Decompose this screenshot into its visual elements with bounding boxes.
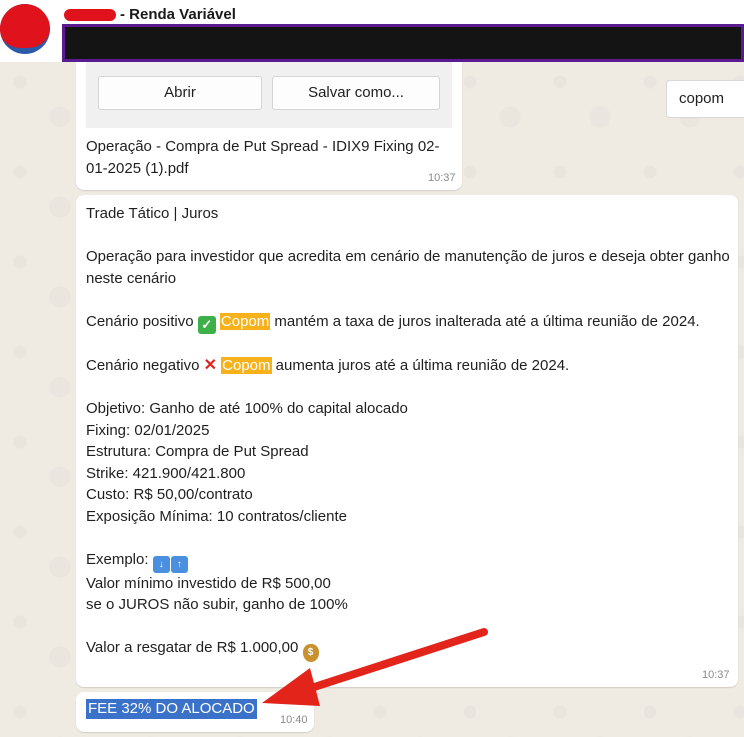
check-mark-icon: ✓ (197, 315, 216, 334)
message-line: Strike: 421.900/421.800 (86, 464, 246, 482)
down-arrow-icon: ↓ (152, 555, 170, 573)
message-line: Exposição Mínima: 10 contratos/cliente (86, 507, 347, 525)
message-line: Fixing: 02/01/2025 (86, 421, 210, 439)
message-body: Trade Tático | Juros Operação para inves… (86, 203, 736, 662)
document-actions: Abrir Salvar como... (86, 62, 452, 128)
chat-title[interactable]: - Renda Variável (64, 4, 236, 26)
cross-mark-icon: ✕ (203, 357, 217, 374)
up-badge-icon: ↑ (170, 555, 188, 573)
search-highlight: Copom (219, 312, 271, 330)
example-line: Exemplo: ↓ ↑ (86, 549, 736, 573)
message-line: se o JUROS não subir, ganho de 100% (86, 596, 348, 613)
message-line: Custo: R$ 50,00/contrato (86, 486, 253, 503)
message-line: Valor mínimo investido de R$ 500,00 (86, 574, 331, 592)
document-message[interactable]: Abrir Salvar como... Operação - Compra d… (76, 62, 462, 190)
message-time: 10:40 (280, 714, 308, 726)
document-filename: Operação - Compra de Put Spread - IDIX9 … (86, 138, 440, 177)
save-as-button[interactable]: Salvar como... (272, 76, 440, 110)
search-highlight: Copom (221, 357, 272, 374)
message-time: 10:37 (428, 172, 456, 184)
open-button[interactable]: Abrir (98, 76, 262, 110)
message-line: Operação para investidor que acredita em… (86, 248, 730, 287)
search-result-chip[interactable]: copom (666, 80, 744, 118)
redacted-name (64, 9, 116, 22)
redacted-members-bar (62, 24, 744, 62)
text-message[interactable]: Trade Tático | Juros Operação para inves… (76, 195, 738, 687)
selected-fee-text: FEE 32% DO ALOCADO (86, 699, 257, 719)
message-line: Trade Tático | Juros (86, 205, 219, 222)
redeem-line: Valor a resgatar de R$ 1.000,00 $ (86, 637, 736, 662)
fee-message[interactable]: FEE 32% DO ALOCADO 10:40 (76, 692, 314, 732)
chat-header[interactable]: - Renda Variável (0, 0, 744, 62)
message-line: Objetivo: Ganho de até 100% do capital a… (86, 400, 408, 417)
message-line: Estrutura: Compra de Put Spread (86, 443, 309, 460)
positive-scenario: Cenário positivo ✓ Copom mantém a taxa d… (86, 312, 700, 334)
negative-scenario: Cenário negativo ✕ Copom aumenta juros a… (86, 357, 570, 374)
message-time: 10:37 (702, 669, 730, 681)
redaction-mark (0, 4, 50, 48)
money-bag-icon: $ (302, 644, 319, 662)
group-avatar[interactable] (0, 4, 50, 54)
chat-title-text: - Renda Variável (120, 6, 236, 23)
